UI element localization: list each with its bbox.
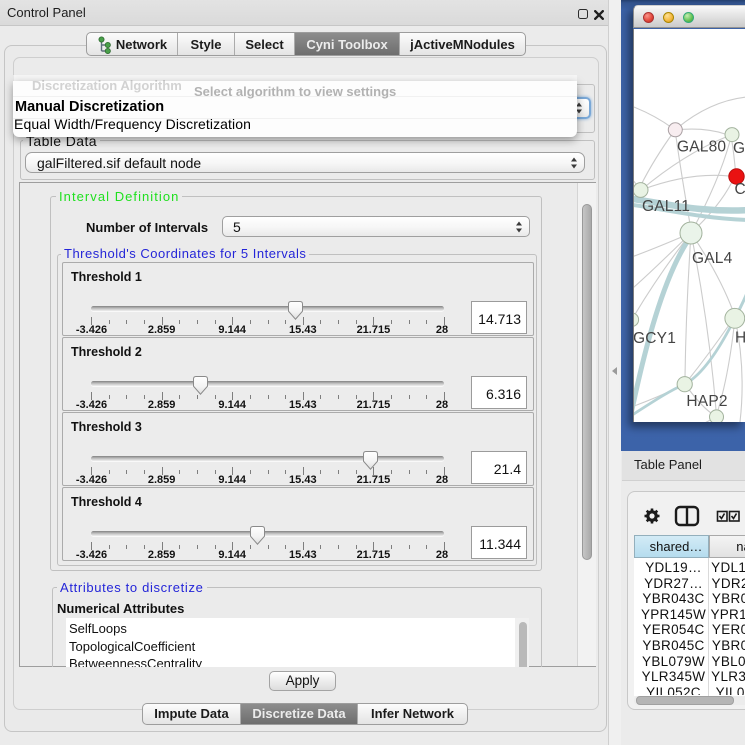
svg-text:GAL4: GAL4 <box>692 250 733 267</box>
svg-text:GAL11: GAL11 <box>642 198 690 215</box>
svg-text:GCY1: GCY1 <box>634 330 676 347</box>
svg-text:C: C <box>735 181 745 198</box>
svg-text:HAP2: HAP2 <box>686 393 727 410</box>
svg-text:H: H <box>735 330 745 347</box>
svg-text:G: G <box>733 140 745 157</box>
svg-text:GAL80: GAL80 <box>677 139 726 156</box>
